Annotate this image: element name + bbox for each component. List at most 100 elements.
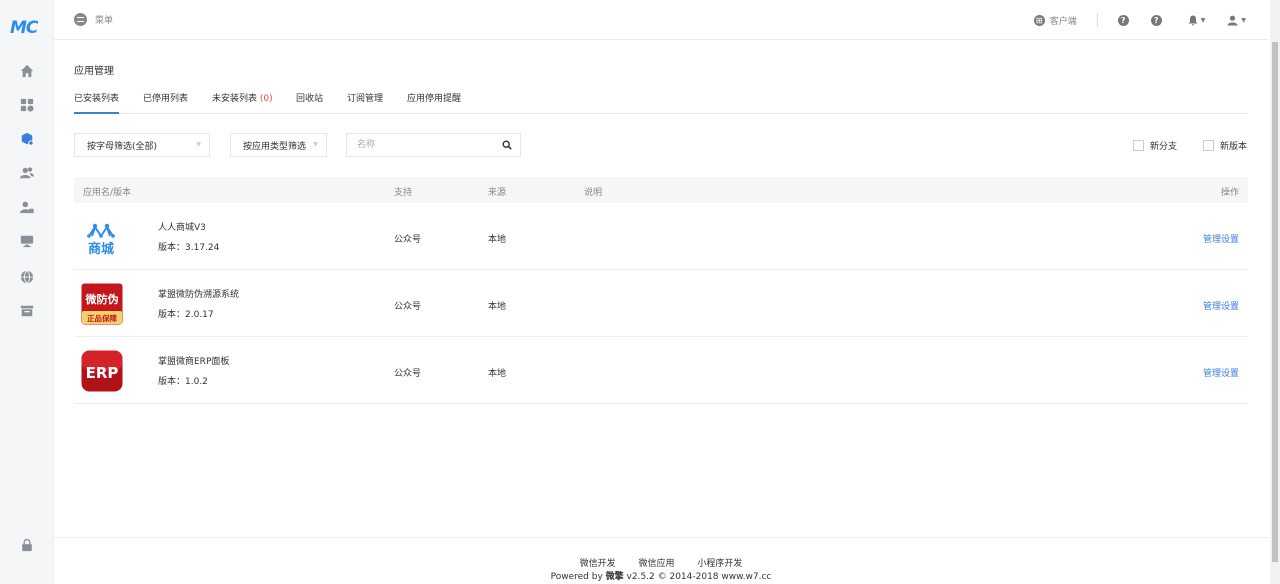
app-support: 公众号: [394, 235, 422, 245]
chevron-down-icon: ▼: [1241, 16, 1246, 24]
list-icon: [74, 13, 87, 26]
manage-settings-link[interactable]: 管理设置: [1203, 299, 1239, 312]
tab-label: 订阅管理: [347, 94, 384, 104]
footer-links: 微信开发 微信应用 小程序开发: [54, 556, 1268, 569]
brand-logo[interactable]: MC: [10, 18, 44, 38]
footer: 微信开发 微信应用 小程序开发 Powered by 微擎 v2.5.2 © 2…: [54, 537, 1268, 584]
help-icon: ?: [1150, 14, 1162, 26]
new-version-checkbox[interactable]: 新版本: [1203, 139, 1247, 152]
footer-link-wechat-dev[interactable]: 微信开发: [580, 559, 616, 569]
chevron-down-icon: ▼: [313, 141, 318, 148]
app-manage-icon[interactable]: [18, 130, 36, 148]
app-source: 本地: [488, 235, 507, 245]
chevron-down-icon: ▼: [196, 141, 201, 148]
user-dropdown[interactable]: ▼: [1227, 15, 1246, 26]
tab-bar: 已安装列表 已停用列表 未安装列表 (0) 回收站 订阅管理 应用停用提醒: [74, 91, 1248, 114]
home-icon[interactable]: [18, 62, 36, 80]
type-filter-select[interactable]: 按应用类型筛选 ▼: [230, 133, 327, 157]
copyright-suffix: v2.5.2 © 2014-2018 www.w7.cc: [623, 572, 772, 582]
col-support: 支持: [394, 188, 413, 198]
table-row: 微防伪 正品保障 掌盟微防伪溯源系统 版本：2.0.17 公众号 本地 管理设置: [74, 270, 1248, 337]
help-button-1[interactable]: ?: [1117, 14, 1129, 26]
client-link[interactable]: ⊞ 客户端: [1033, 14, 1077, 27]
tab-subscriptions[interactable]: 订阅管理: [347, 91, 383, 114]
notifications-dropdown[interactable]: ▼: [1188, 15, 1206, 26]
globe-icon[interactable]: [18, 268, 36, 286]
copyright: Powered by 微擎 v2.5.2 © 2014-2018 www.w7.…: [54, 569, 1268, 582]
renren-mall-logo: 商城: [81, 216, 123, 258]
app-support: 公众号: [394, 369, 422, 379]
table-row: 商城 人人商城V3 版本：3.17.24 公众号 本地 管理设置: [74, 203, 1248, 270]
tab-label: 已停用列表: [143, 94, 189, 104]
logo-text: 微防伪: [85, 292, 119, 306]
app-name: 掌盟微防伪溯源系统: [158, 290, 240, 300]
footer-link-wechat-apps[interactable]: 微信应用: [638, 559, 674, 569]
tab-disable-reminder[interactable]: 应用停用提醒: [407, 91, 461, 114]
copyright-brand: 微擎: [605, 572, 624, 582]
sidebar: MC: [0, 0, 54, 584]
tab-label: 已安装列表: [74, 94, 120, 104]
tab-count: (0): [259, 94, 273, 104]
copyright-prefix: Powered by: [550, 572, 606, 582]
client-label: 客户端: [1049, 16, 1077, 27]
type-filter-label: 按应用类型筛选: [243, 141, 307, 152]
lock-icon[interactable]: [18, 536, 36, 554]
app-version: 版本：1.0.2: [158, 377, 208, 387]
search-icon[interactable]: [502, 140, 512, 150]
tab-recycle-bin[interactable]: 回收站: [296, 91, 323, 114]
new-branch-label: 新分支: [1150, 142, 1178, 152]
tab-label: 应用停用提醒: [407, 94, 462, 104]
tab-disabled[interactable]: 已停用列表: [143, 91, 188, 114]
bell-icon: [1188, 15, 1198, 25]
new-branch-checkbox[interactable]: 新分支: [1133, 139, 1177, 152]
col-source: 来源: [488, 188, 507, 198]
tab-uninstalled[interactable]: 未安装列表 (0): [212, 91, 273, 114]
search-input[interactable]: [347, 134, 497, 156]
app-source: 本地: [488, 302, 507, 312]
checkbox-box: [1133, 140, 1144, 151]
page-title: 应用管理: [74, 66, 114, 77]
menu-toggle[interactable]: 菜单: [74, 13, 113, 26]
scrollbar-thumb[interactable]: [1272, 42, 1278, 562]
letter-filter-label: 按字母筛选(全部): [87, 141, 158, 152]
table-row: ERP 掌盟微商ERP面板 版本：1.0.2 公众号 本地 管理设置: [74, 337, 1248, 404]
search-box: [346, 133, 521, 157]
client-icon: ⊞: [1033, 14, 1045, 26]
logo-subtext: 正品保障: [87, 313, 117, 323]
app-support: 公众号: [394, 302, 422, 312]
col-name: 应用名/版本: [83, 188, 132, 198]
erp-logo: ERP: [81, 350, 123, 392]
users-icon[interactable]: [18, 164, 36, 182]
table-header: 应用名/版本 支持 来源 说明 操作: [74, 177, 1248, 203]
manage-settings-link[interactable]: 管理设置: [1203, 232, 1239, 245]
letter-filter-select[interactable]: 按字母筛选(全部) ▼: [74, 133, 210, 157]
help-icon: ?: [1117, 14, 1129, 26]
col-description: 说明: [584, 188, 603, 198]
app-name: 掌盟微商ERP面板: [158, 357, 230, 367]
anti-fake-logo: 微防伪 正品保障: [81, 283, 123, 325]
logo-text: ERP: [86, 364, 119, 382]
app-version: 版本：2.0.17: [158, 310, 214, 320]
scrollbar[interactable]: [1270, 0, 1280, 584]
user-icon: [1227, 15, 1238, 25]
user-lock-icon[interactable]: [18, 198, 36, 216]
menu-label: 菜单: [95, 16, 114, 26]
logo-text: 商城: [88, 241, 114, 257]
app-source: 本地: [488, 369, 507, 379]
col-action: 操作: [1220, 188, 1239, 198]
apps-grid-icon[interactable]: [18, 96, 36, 114]
app-version: 版本：3.17.24: [158, 243, 220, 253]
divider: [1096, 13, 1098, 27]
tab-label: 未安装列表: [212, 94, 258, 104]
app-name: 人人商城V3: [158, 223, 206, 233]
tab-label: 回收站: [296, 94, 324, 104]
checkbox-box: [1203, 140, 1214, 151]
help-button-2[interactable]: ?: [1150, 14, 1162, 26]
manage-settings-link[interactable]: 管理设置: [1203, 366, 1239, 379]
new-version-label: 新版本: [1220, 142, 1248, 152]
tab-installed[interactable]: 已安装列表: [74, 91, 120, 114]
monitor-icon[interactable]: [18, 232, 36, 250]
store-icon[interactable]: [18, 302, 36, 320]
footer-link-miniprogram-dev[interactable]: 小程序开发: [697, 559, 742, 569]
chevron-down-icon: ▼: [1200, 16, 1206, 24]
